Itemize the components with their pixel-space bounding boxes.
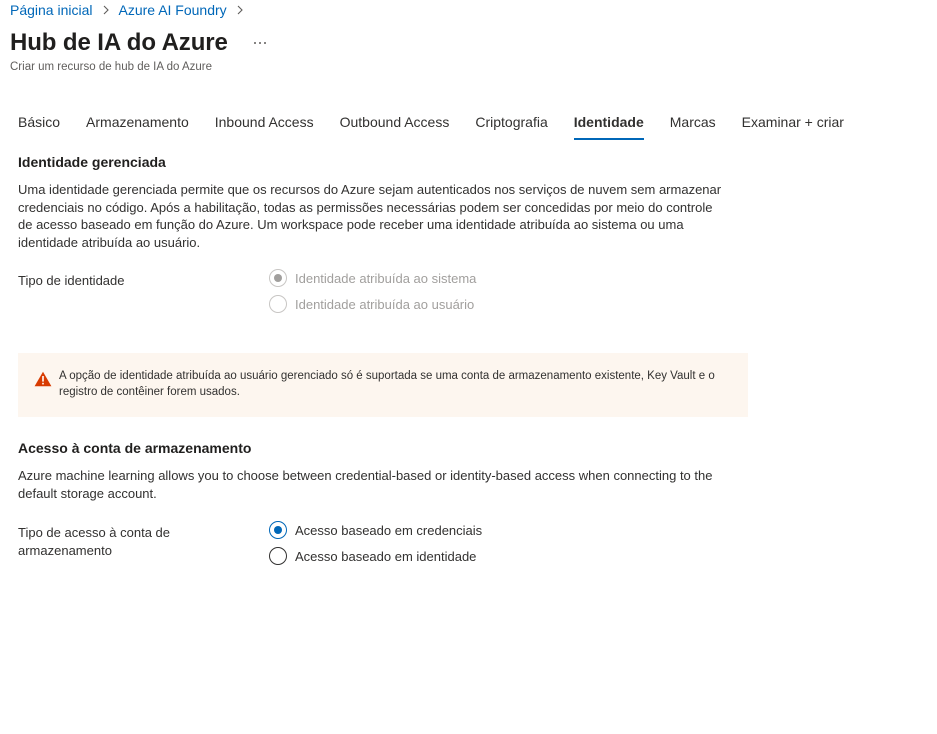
- managed-identity-heading: Identidade gerenciada: [18, 154, 166, 170]
- tab-list: Básico Armazenamento Inbound Access Outb…: [18, 112, 870, 140]
- title-row: Hub de IA do Azure: [10, 28, 268, 58]
- page-title: Hub de IA do Azure: [10, 29, 228, 56]
- radio-label: Identidade atribuída ao usuário: [295, 296, 475, 312]
- tab-criptografia[interactable]: Criptografia: [475, 112, 547, 140]
- tab-outbound-access[interactable]: Outbound Access: [340, 112, 450, 140]
- radio-label: Acesso baseado em identidade: [295, 548, 477, 564]
- storage-access-heading: Acesso à conta de armazenamento: [18, 440, 252, 456]
- radio-button[interactable]: [269, 547, 287, 565]
- breadcrumb: Página inicial Azure AI Foundry: [10, 1, 253, 19]
- tab-inbound-access[interactable]: Inbound Access: [215, 112, 314, 140]
- chevron-right-icon: [97, 1, 115, 19]
- tab-marcas[interactable]: Marcas: [670, 112, 716, 140]
- radio-label: Identidade atribuída ao sistema: [295, 270, 477, 286]
- storage-access-type-label: Tipo de acesso à conta de armazenamento: [18, 525, 171, 558]
- radio-credential-based[interactable]: Acesso baseado em credenciais: [269, 520, 482, 540]
- more-dot: [263, 42, 266, 44]
- tab-examinar-criar[interactable]: Examinar + criar: [742, 112, 844, 140]
- radio-system-assigned[interactable]: Identidade atribuída ao sistema: [269, 268, 476, 288]
- identity-type-radio-group: Identidade atribuída ao sistema Identida…: [269, 268, 476, 320]
- identity-type-label: Tipo de identidade: [18, 273, 125, 288]
- chevron-right-icon: [231, 1, 249, 19]
- radio-identity-based[interactable]: Acesso baseado em identidade: [269, 546, 482, 566]
- radio-user-assigned[interactable]: Identidade atribuída ao usuário: [269, 294, 476, 314]
- radio-button-checked[interactable]: [269, 521, 287, 539]
- warning-message-bar: A opção de identidade atribuída ao usuár…: [18, 353, 748, 417]
- more-dot: [253, 42, 256, 44]
- page: Página inicial Azure AI Foundry Hub de I…: [0, 0, 937, 734]
- warning-text: A opção de identidade atribuída ao usuár…: [59, 370, 715, 398]
- radio-label: Acesso baseado em credenciais: [295, 522, 483, 538]
- breadcrumb-home-link[interactable]: Página inicial: [10, 1, 93, 19]
- page-subtitle: Criar um recurso de hub de IA do Azure: [10, 61, 212, 73]
- storage-access-description: Azure machine learning allows you to cho…: [18, 468, 713, 501]
- breadcrumb-ai-foundry-link[interactable]: Azure AI Foundry: [119, 1, 227, 19]
- radio-button-checked[interactable]: [269, 269, 287, 287]
- storage-access-radio-group: Acesso baseado em credenciais Acesso bas…: [269, 520, 482, 572]
- more-dot: [258, 42, 261, 44]
- more-options-button[interactable]: [252, 35, 268, 51]
- warning-icon: [34, 371, 52, 387]
- tab-identidade[interactable]: Identidade: [573, 112, 644, 140]
- managed-identity-description: Uma identidade gerenciada permite que os…: [18, 182, 722, 250]
- tab-basico[interactable]: Básico: [18, 112, 60, 140]
- tab-armazenamento[interactable]: Armazenamento: [86, 112, 189, 140]
- radio-button[interactable]: [269, 295, 287, 313]
